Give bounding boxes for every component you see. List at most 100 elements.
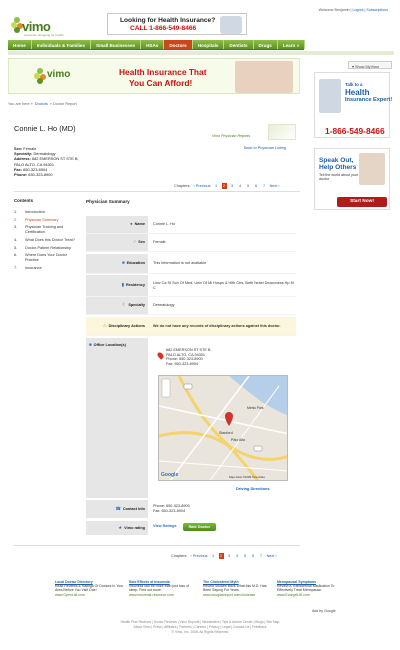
toc-item-training[interactable]: 3. Physician Training and Certification	[14, 225, 76, 234]
pager-page[interactable]: 5	[246, 183, 251, 189]
ads-by-google[interactable]: Ads by Google	[312, 609, 336, 613]
warning-icon: ⚠	[102, 322, 107, 328]
pager-page[interactable]: 6	[251, 553, 256, 559]
ad-url: www.insomnia-resource.com	[129, 592, 174, 597]
residency-row: ▮ Residency Univ Ca Sf Sch Of Med, Univ O…	[86, 275, 296, 297]
pager-page[interactable]: 1	[214, 183, 219, 189]
review-ad-line1: Speak Out,	[319, 157, 354, 164]
back-to-listing-link[interactable]: Back to Physician Listing	[244, 146, 286, 150]
education-label: Education	[126, 261, 145, 266]
pager-page[interactable]: 5	[243, 553, 248, 559]
toc-item-treat[interactable]: 4. What Does this Doctor Treat?	[14, 238, 76, 243]
driving-directions-link[interactable]: Driving Directions	[236, 486, 270, 491]
pager-page[interactable]: 4	[235, 553, 240, 559]
breadcrumb: You are here » Doctors» Doctor Report	[8, 102, 79, 106]
toc-item-insurance[interactable]: 7. Insurance	[14, 266, 76, 271]
pager-page[interactable]: 3	[227, 553, 232, 559]
contact-fax: Fax: 650-323-8904	[153, 508, 186, 513]
toc-number: 2.	[14, 217, 18, 222]
pager-next[interactable]: Next ›	[270, 184, 280, 188]
education-value: This information is not available	[153, 261, 207, 266]
office-map[interactable]: Stanford Palo Alto Menlo Park Google Map…	[158, 375, 288, 481]
education-row: ■ Education This information is not avail…	[86, 254, 296, 274]
toc-number: 5.	[14, 245, 18, 250]
logo-text: vimo	[22, 19, 51, 34]
nav-home[interactable]: Home	[8, 40, 32, 49]
ad-url: www.douglasreport.com/cholester	[203, 592, 256, 597]
nav-dentists[interactable]: Dentists	[224, 40, 254, 49]
ad-body: Insomnia can be more than just loss of s…	[129, 584, 189, 593]
contents-nav: Contents 1. Introduction 2. Physician Summ…	[14, 198, 76, 273]
text-ad[interactable]: Side Effects of Insomnia Insomnia can be…	[129, 580, 199, 597]
pager-next[interactable]: Next ›	[267, 554, 277, 558]
logout-link[interactable]: Logout	[352, 8, 363, 12]
rate-doctor-button[interactable]: Rate Doctor	[182, 523, 217, 531]
disciplinary-row: ⚠ Disciplinary Actions We do not have any…	[86, 317, 296, 336]
phone-label: Phone:	[14, 172, 28, 178]
pager-page[interactable]: 4	[238, 183, 243, 189]
nav-hospitals[interactable]: Hospitals	[193, 40, 225, 49]
text-ad[interactable]: The Cholesterol Myth Recent Studies Back…	[203, 580, 273, 597]
name-label: Name	[134, 222, 145, 227]
header-call-ad[interactable]: Looking for Health Insurance? CALL 1-866…	[107, 13, 247, 35]
nav-drugs[interactable]: Drugs	[254, 40, 278, 49]
office-addr1: 682 EMERSON ST STE B,	[166, 348, 212, 352]
toc-item-introduction[interactable]: 1. Introduction	[14, 210, 76, 215]
text-ad[interactable]: Menopausal Symptoms Review A Transdermal…	[277, 580, 347, 597]
specialty-row: ☾ Specialty Dermatology	[86, 297, 296, 315]
expert-ad[interactable]: Talk to a Health Insurance Expert! 1-866…	[314, 72, 392, 138]
map-pin-icon	[156, 351, 165, 360]
pager-label: Chapters:	[171, 554, 188, 558]
page-title: Connie L. Ho (MD)	[14, 124, 76, 133]
toc-number: 4.	[14, 237, 18, 242]
google-logo: Google	[161, 472, 179, 478]
footer: Health Plan Reviews | Doctor Reviews | V…	[0, 620, 400, 635]
map-label-menlo: Menlo Park	[247, 406, 264, 410]
review-ad[interactable]: Speak Out, Help Others Tell the world abo…	[314, 148, 390, 210]
star-icon: ★	[118, 525, 123, 530]
pager-label: Chapters:	[174, 184, 191, 188]
text-ad[interactable]: Local Doctor Directory Read Reviews & Ra…	[55, 580, 125, 597]
sex-row: ♂ Sex Female	[86, 234, 296, 252]
phone-icon: ☎	[115, 506, 121, 511]
pager-page[interactable]: 1	[211, 553, 216, 559]
toc-label: Where Does Your Doctor Practice	[25, 253, 67, 262]
graduation-cap-icon: ■	[121, 260, 125, 266]
subscriptions-link[interactable]: Subscriptions	[366, 8, 388, 12]
nav-learn[interactable]: Learn »	[278, 40, 306, 49]
office-label: Office Location(s)	[93, 343, 126, 347]
toc-item-physician-summary[interactable]: 2. Physician Summary	[14, 218, 76, 223]
expert-ad-line1: Talk to a	[345, 82, 363, 87]
banner-leaf-icon	[34, 68, 46, 84]
insurance-banner-ad[interactable]: vimo Health Insurance That You Can Affor…	[8, 58, 300, 94]
nav-individuals-families[interactable]: Individuals & Families	[32, 40, 92, 49]
view-ratings-link[interactable]: View Ratings	[153, 524, 177, 535]
nav-hsas[interactable]: HSAs	[141, 40, 165, 49]
map-copyright: Map data ©2009 Tele Atlas	[229, 475, 265, 479]
toc-label: Physician Summary	[25, 217, 59, 222]
vimo-logo[interactable]: vimo consumer shopping for health	[10, 13, 90, 37]
pager-prev[interactable]: ‹ Previous	[193, 184, 210, 188]
pager-page[interactable]: 7	[259, 553, 264, 559]
start-now-button[interactable]: Start Now!	[337, 197, 387, 207]
sex-row-value: Female	[153, 240, 166, 245]
gender-icon: ♂	[132, 239, 137, 245]
pager-page[interactable]: 7	[262, 183, 267, 189]
pager-page[interactable]: 3	[230, 183, 235, 189]
pager-page-current[interactable]: 2	[221, 183, 227, 189]
show-myvimo-button[interactable]: ▾ Show MyVimo	[348, 61, 392, 69]
pager-page[interactable]: 6	[254, 183, 259, 189]
name-value: Connie L. Ho	[153, 222, 176, 227]
welcome-text: Welcome Benjamin	[318, 8, 350, 12]
toc-item-practice[interactable]: 6. Where Does Your Doctor Practice	[14, 253, 76, 262]
nav-doctors[interactable]: Doctors	[164, 40, 193, 49]
pager-page-current[interactable]: 2	[218, 553, 224, 559]
name-row: ● Name Connie L. Ho	[86, 216, 296, 234]
breadcrumb-doctors[interactable]: Doctors	[35, 102, 48, 106]
toc-item-relationship[interactable]: 5. Doctor-Patient Relationship	[14, 246, 76, 251]
pager-prev[interactable]: ‹ Previous	[190, 554, 207, 558]
nav-small-businesses[interactable]: Small Businesses	[91, 40, 142, 49]
toc-label: Introduction	[25, 210, 45, 214]
breadcrumb-current: » Doctor Report	[49, 102, 77, 106]
map-label-stanford: Stanford	[219, 431, 233, 435]
